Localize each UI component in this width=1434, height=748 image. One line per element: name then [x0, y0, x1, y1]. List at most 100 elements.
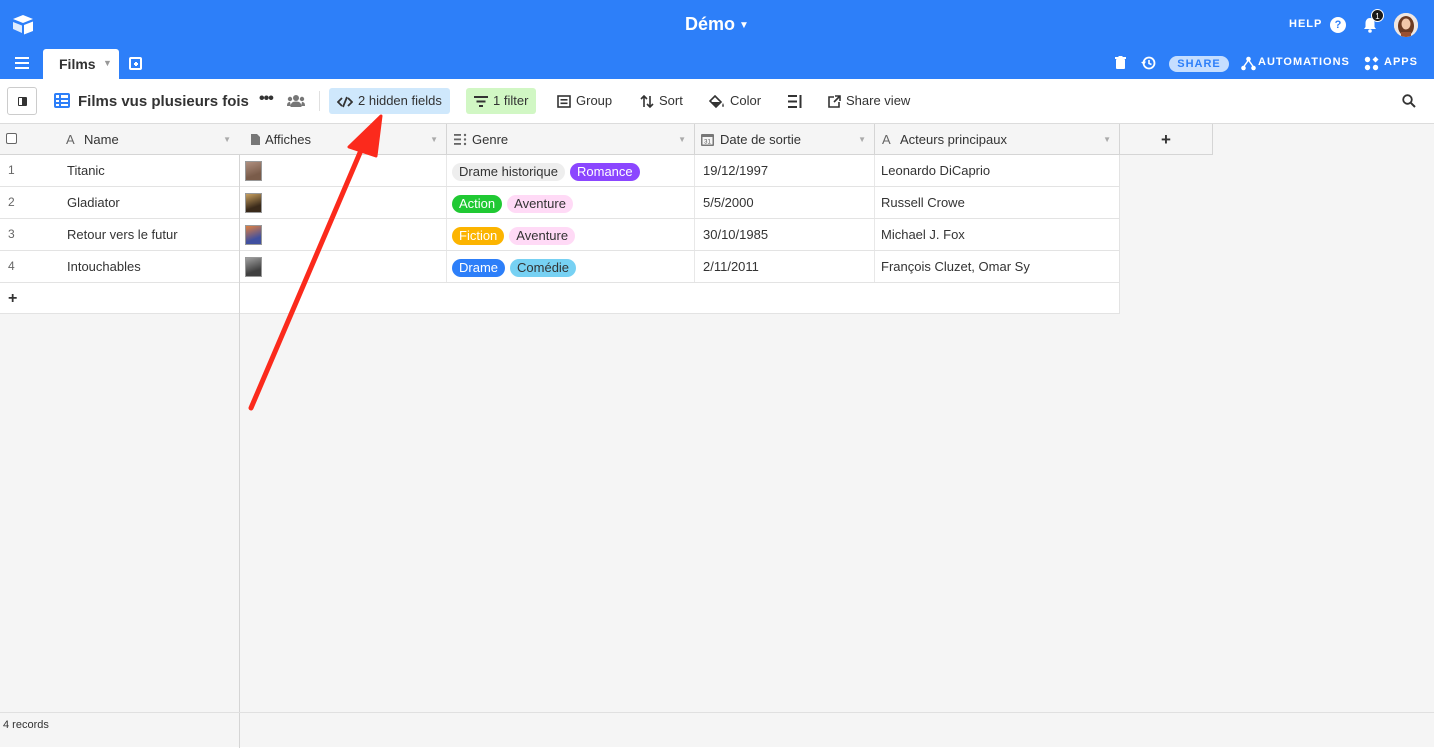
- chevron-down-icon[interactable]: ▼: [223, 124, 231, 155]
- grid-footer: 4 records: [0, 712, 1434, 748]
- share-button[interactable]: SHARE: [1169, 56, 1229, 72]
- group-button[interactable]: Group: [549, 88, 620, 114]
- add-table-icon[interactable]: [129, 57, 142, 70]
- acteurs-cell[interactable]: François Cluzet, Omar Sy: [875, 251, 1120, 282]
- more-options-icon[interactable]: •••: [259, 90, 274, 108]
- genre-cell[interactable]: Drame historique Romance: [447, 155, 695, 186]
- affiches-cell[interactable]: [240, 155, 447, 186]
- notification-badge: 1: [1371, 9, 1384, 22]
- add-field-button[interactable]: +: [1120, 124, 1213, 155]
- chevron-down-icon[interactable]: ▼: [1103, 124, 1111, 155]
- poster-thumbnail[interactable]: [245, 225, 262, 245]
- date-cell[interactable]: 30/10/1985: [695, 219, 875, 250]
- table-row[interactable]: 3 Retour vers le futur: [0, 219, 239, 251]
- tab-films[interactable]: Films ▼: [43, 49, 119, 79]
- help-icon[interactable]: ?: [1330, 17, 1346, 33]
- affiches-cell[interactable]: [240, 219, 447, 250]
- svg-text:31: 31: [704, 140, 711, 146]
- chevron-down-icon[interactable]: ▼: [858, 124, 866, 155]
- color-label: Color: [730, 93, 762, 108]
- color-button[interactable]: Color: [701, 88, 769, 114]
- chevron-down-icon[interactable]: ▼: [678, 124, 686, 155]
- grid-view-icon: [54, 93, 70, 108]
- filter-button[interactable]: 1 filter: [466, 88, 537, 114]
- footer-divider: [239, 713, 240, 748]
- record-count: 4 records: [3, 719, 49, 731]
- sidebar-toggle-button[interactable]: [7, 87, 37, 115]
- column-genre-label: Genre: [472, 132, 509, 147]
- automations-icon[interactable]: [1241, 56, 1256, 71]
- poster-thumbnail[interactable]: [245, 257, 262, 277]
- add-row-right[interactable]: [240, 283, 1120, 314]
- add-row-icon[interactable]: +: [8, 283, 17, 314]
- trash-icon[interactable]: [1115, 56, 1126, 70]
- hidden-fields-label: 2 hidden fields: [358, 93, 442, 108]
- table-row[interactable]: 2 Gladiator: [0, 187, 239, 219]
- right-header-row: Affiches ▼ Genre ▼ 31 Date de sortie ▼ A…: [240, 124, 1213, 155]
- affiches-cell[interactable]: [240, 251, 447, 282]
- genre-tag: Fiction: [452, 226, 505, 245]
- help-button[interactable]: HELP: [1289, 18, 1322, 30]
- add-row[interactable]: +: [0, 283, 239, 314]
- column-header-affiches[interactable]: Affiches ▼: [240, 124, 447, 155]
- table-row[interactable]: Action Aventure 5/5/2000 Russell Crowe: [240, 187, 1120, 219]
- view-name[interactable]: Films vus plusieurs fois: [78, 93, 249, 110]
- collaborators-icon[interactable]: [287, 94, 305, 108]
- sort-label: Sort: [659, 93, 683, 108]
- acteurs-cell[interactable]: Michael J. Fox: [875, 219, 1120, 250]
- base-title[interactable]: Démo ▼: [0, 14, 1434, 35]
- automations-button[interactable]: AUTOMATIONS: [1258, 56, 1350, 68]
- table-row[interactable]: Drame Comédie 2/11/2011 François Cluzet, Om…: [240, 251, 1120, 283]
- table-row[interactable]: 4 Intouchables: [0, 251, 239, 283]
- poster-thumbnail[interactable]: [245, 161, 262, 181]
- name-cell[interactable]: Intouchables: [67, 251, 237, 282]
- column-header-acteurs[interactable]: A Acteurs principaux ▼: [875, 124, 1120, 155]
- genre-tag: Romance: [570, 162, 640, 181]
- column-header-date[interactable]: 31 Date de sortie ▼: [695, 124, 875, 155]
- genre-tag: Action: [452, 194, 503, 213]
- genre-cell[interactable]: Drame Comédie: [447, 251, 695, 282]
- table-row[interactable]: Drame historique Romance 19/12/1997 Leonard…: [240, 155, 1120, 187]
- apps-button[interactable]: APPS: [1384, 56, 1418, 68]
- poster-thumbnail[interactable]: [245, 193, 262, 213]
- history-icon[interactable]: [1141, 56, 1156, 70]
- date-cell[interactable]: 5/5/2000: [695, 187, 875, 218]
- name-cell[interactable]: Gladiator: [67, 187, 237, 218]
- acteurs-cell[interactable]: Leonardo DiCaprio: [875, 155, 1120, 186]
- sort-button[interactable]: Sort: [632, 88, 691, 114]
- affiches-cell[interactable]: [240, 187, 447, 218]
- column-header-name[interactable]: A Name ▼: [59, 124, 239, 155]
- filter-icon: [474, 96, 488, 108]
- genre-tag: Aventure: [509, 226, 576, 245]
- chevron-down-icon[interactable]: ▼: [430, 124, 438, 155]
- row-height-icon[interactable]: [788, 95, 802, 108]
- search-icon[interactable]: [1402, 94, 1416, 108]
- column-header-genre[interactable]: Genre ▼: [447, 124, 695, 155]
- text-field-icon: A: [882, 132, 891, 147]
- row-number: 4: [8, 259, 15, 273]
- hidden-fields-button[interactable]: 2 hidden fields: [329, 88, 450, 114]
- sidebar-icon: [18, 97, 27, 106]
- group-icon: [557, 95, 571, 108]
- genre-tag: Drame historique: [452, 162, 565, 181]
- base-title-label: Démo: [685, 14, 736, 34]
- acteurs-cell[interactable]: Russell Crowe: [875, 187, 1120, 218]
- name-cell[interactable]: Retour vers le futur: [67, 219, 237, 250]
- chevron-down-icon[interactable]: ▼: [103, 58, 112, 68]
- genre-cell[interactable]: Action Aventure: [447, 187, 695, 218]
- date-cell[interactable]: 2/11/2011: [695, 251, 875, 282]
- avatar-image: [1394, 13, 1418, 37]
- table-row[interactable]: Fiction Aventure 30/10/1985 Michael J. Fox: [240, 219, 1120, 251]
- row-number: 1: [8, 163, 15, 177]
- left-header-row: A Name ▼: [0, 124, 240, 155]
- apps-icon[interactable]: [1364, 56, 1379, 71]
- user-avatar[interactable]: [1394, 13, 1418, 37]
- genre-cell[interactable]: Fiction Aventure: [447, 219, 695, 250]
- date-cell[interactable]: 19/12/1997: [695, 155, 875, 186]
- share-view-button[interactable]: Share view: [820, 88, 918, 114]
- menu-icon[interactable]: [15, 57, 29, 69]
- name-cell[interactable]: Titanic: [67, 155, 237, 186]
- table-row[interactable]: 1 Titanic: [0, 155, 239, 187]
- column-name-label: Name: [84, 132, 119, 147]
- select-all-checkbox[interactable]: [6, 133, 17, 144]
